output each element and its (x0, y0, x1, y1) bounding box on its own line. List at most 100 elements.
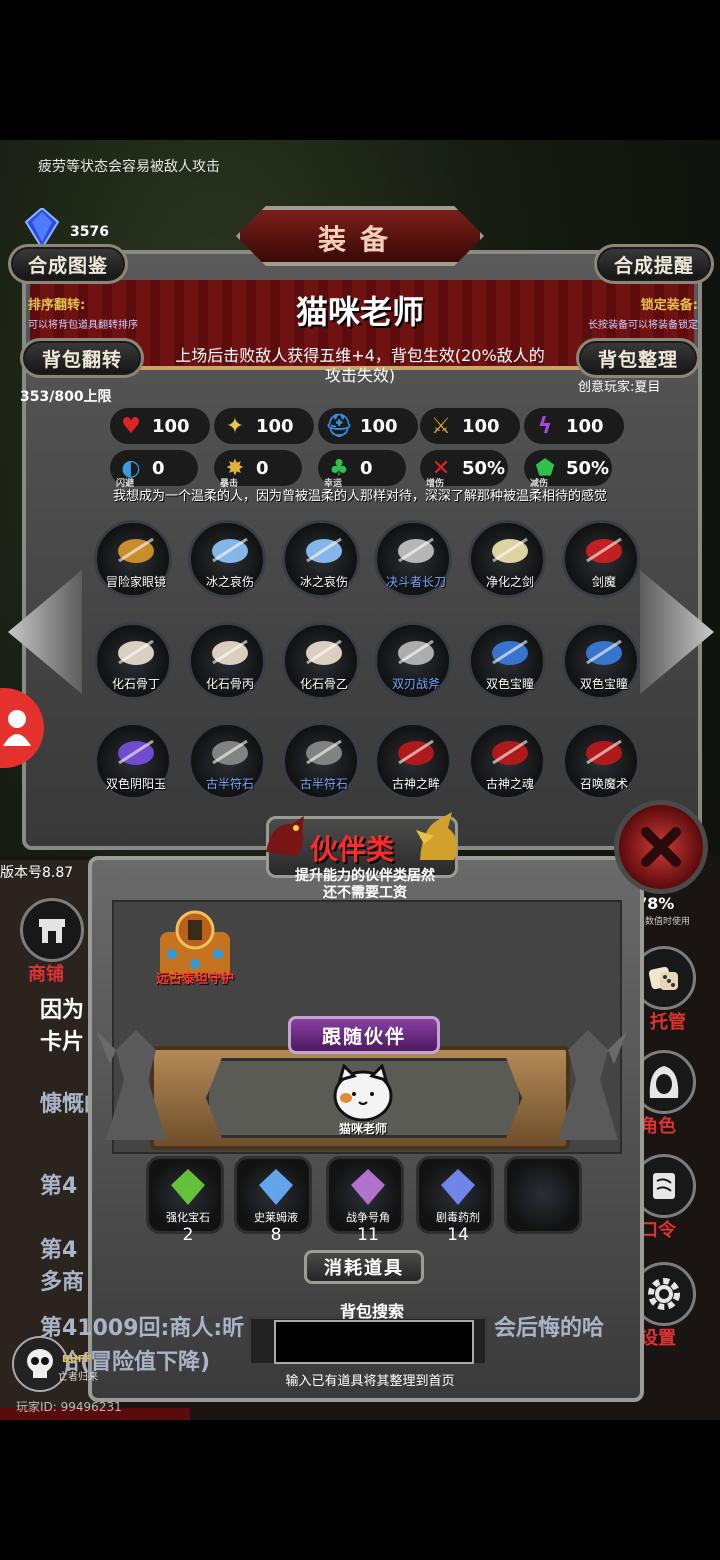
equipment-slot[interactable]: 决斗者长刀 (374, 520, 452, 598)
consumable-slot[interactable]: 战争号角 11 (326, 1156, 404, 1245)
yinyang-orb-icon (118, 739, 154, 765)
creator-credit: 创意玩家:夏目 (578, 380, 661, 395)
horn-icon (351, 1169, 385, 1205)
lightning-icon: ϟ (537, 413, 553, 439)
stat-sword: ⚔ 100 (420, 408, 520, 444)
ice-sword-icon (306, 537, 342, 563)
character-label: 角色 (640, 1116, 676, 1137)
rune-stone-icon (306, 739, 342, 765)
stat-value: 0 (360, 457, 373, 479)
stat-damage-boost: ✕ 50% 增伤 (420, 450, 508, 489)
follow-companion-button[interactable]: 跟随伙伴 (288, 1016, 440, 1054)
equipment-label: 古神之魂 (485, 777, 534, 791)
stat-value: 0 (256, 457, 269, 479)
equipment-slot[interactable]: 双色阴阳玉 (94, 722, 172, 800)
person-icon (3, 710, 31, 746)
equipment-slot[interactable]: 古神之眸 (374, 722, 452, 800)
equipment-slot[interactable]: 双色宝瞳 (562, 622, 640, 700)
titan-guardian-item[interactable]: 远古泰坦守护 (150, 906, 240, 990)
poison-icon (441, 1169, 475, 1205)
equipment-slot[interactable]: 冒险家眼镜 (94, 520, 172, 598)
sword-demon-icon (586, 537, 622, 563)
equipment-slot[interactable]: 古神之魂 (468, 722, 546, 800)
stat-strength: ✦ 100 (214, 408, 314, 444)
potion-icon (259, 1169, 293, 1205)
consumable-slot[interactable]: 剧毒药剂 14 (416, 1156, 494, 1245)
equipment-label: 双色宝瞳 (485, 677, 534, 691)
skull-icon (27, 1349, 53, 1378)
auto-manage-label: 托管 (650, 1012, 686, 1033)
consumable-count: 14 (447, 1225, 469, 1245)
consumable-slot[interactable]: 史莱姆液 8 (234, 1156, 312, 1245)
hound-icon (266, 816, 304, 856)
log-line-1: 因为 (40, 998, 85, 1023)
consumable-count: 11 (357, 1225, 379, 1245)
stat-crit: ✸ 0 暴击 (214, 450, 302, 489)
equipment-slot[interactable]: 双刃战斧 (374, 622, 452, 700)
dice-icon (648, 966, 678, 990)
stat-value: 50% (462, 457, 506, 479)
consumable-name: 剧毒药剂 (436, 1211, 480, 1224)
game-viewport: 疲劳等状态会容易被敌人攻击 3576 装备 合成图鉴 合成提醒 排序翻转: 可以… (0, 140, 720, 1420)
equipment-slot[interactable]: 召唤魔术 (562, 722, 640, 800)
equipment-label: 化石骨丙 (205, 677, 254, 691)
percent-note: 其数值时使用 (636, 917, 691, 927)
bag-flip-button[interactable]: 背包翻转 (20, 338, 144, 378)
hood-icon (649, 1066, 679, 1098)
app-screen: 疲劳等状态会容易被敌人攻击 3576 装备 合成图鉴 合成提醒 排序翻转: 可以… (0, 0, 720, 1560)
bone-icon (118, 639, 154, 665)
equipment-label: 冒险家眼镜 (105, 575, 166, 589)
consumable-count: 8 (270, 1225, 282, 1245)
equipment-label: 剑魔 (591, 575, 616, 589)
buff-sub-label: 亡者归来 (58, 1372, 98, 1383)
bag-sort-button[interactable]: 背包整理 (576, 338, 700, 378)
shop-label: 商铺 (28, 964, 64, 985)
cat-sensei-icon (333, 1063, 393, 1122)
compose-reminder-button[interactable]: 合成提醒 (594, 244, 714, 284)
equipment-slot[interactable]: 冰之哀伤 (188, 520, 266, 598)
log-line-6: 多商 (40, 1270, 85, 1295)
log-line-5: 第4 (40, 1238, 78, 1263)
equipment-slot[interactable]: 剑魔 (562, 520, 640, 598)
great-sword-icon (492, 537, 528, 563)
shop-button[interactable] (20, 898, 84, 962)
equipment-slot[interactable]: 化石骨丙 (188, 622, 266, 700)
equipment-label: 古半符石 (205, 777, 254, 791)
consumable-empty-slot[interactable] (504, 1156, 582, 1234)
equipment-label: 召唤魔术 (579, 777, 628, 791)
close-button[interactable] (614, 800, 708, 894)
helmet-icon: ⛑ (325, 413, 353, 439)
consumable-name: 强化宝石 (166, 1211, 210, 1224)
equipment-label: 净化之剑 (485, 575, 534, 589)
item-quote: 我想成为一个温柔的人，因为曾被温柔的人那样对待，深深了解那种被温柔相待的感觉 (112, 489, 607, 504)
equipment-label: 冰之哀伤 (299, 575, 348, 589)
left-dragon-statue-icon (96, 1030, 166, 1140)
rune-stone-icon (212, 739, 248, 765)
bag-search-input[interactable] (274, 1320, 474, 1364)
compose-catalog-button[interactable]: 合成图鉴 (8, 244, 128, 284)
buff-button[interactable] (12, 1336, 68, 1392)
right-dragon-statue-icon (558, 1030, 628, 1140)
eye-icon (398, 739, 434, 765)
axe-icon (398, 639, 434, 665)
equipment-slot[interactable]: 净化之剑 (468, 520, 546, 598)
stat-heart: ♥ 100 (110, 408, 210, 444)
consumable-name: 史莱姆液 (254, 1211, 298, 1224)
log-tail: 会后悔的哈 (494, 1316, 605, 1341)
stat-luck: ♣ 0 幸运 (318, 450, 406, 489)
consumable-slot[interactable]: 强化宝石 2 (146, 1156, 224, 1245)
equipment-slot[interactable]: 古半符石 (188, 722, 266, 800)
equipment-slot[interactable]: 化石骨丁 (94, 622, 172, 700)
follow-companion-slot[interactable]: 猫咪老师 (326, 1063, 400, 1138)
equipment-slot[interactable]: 古半符石 (282, 722, 360, 800)
equipment-label: 双色阴阳玉 (105, 777, 166, 791)
consumable-name: 战争号角 (346, 1211, 390, 1224)
equipment-label: 冰之哀伤 (205, 575, 254, 589)
goggles-icon (118, 537, 154, 563)
log-main: 第41009回:商人:昕 (40, 1316, 245, 1341)
amulet-icon (492, 639, 528, 665)
buff-label: BUFF (62, 1354, 92, 1365)
equipment-slot[interactable]: 化石骨乙 (282, 622, 360, 700)
equipment-slot[interactable]: 冰之哀伤 (282, 520, 360, 598)
equipment-slot[interactable]: 双色宝瞳 (468, 622, 546, 700)
